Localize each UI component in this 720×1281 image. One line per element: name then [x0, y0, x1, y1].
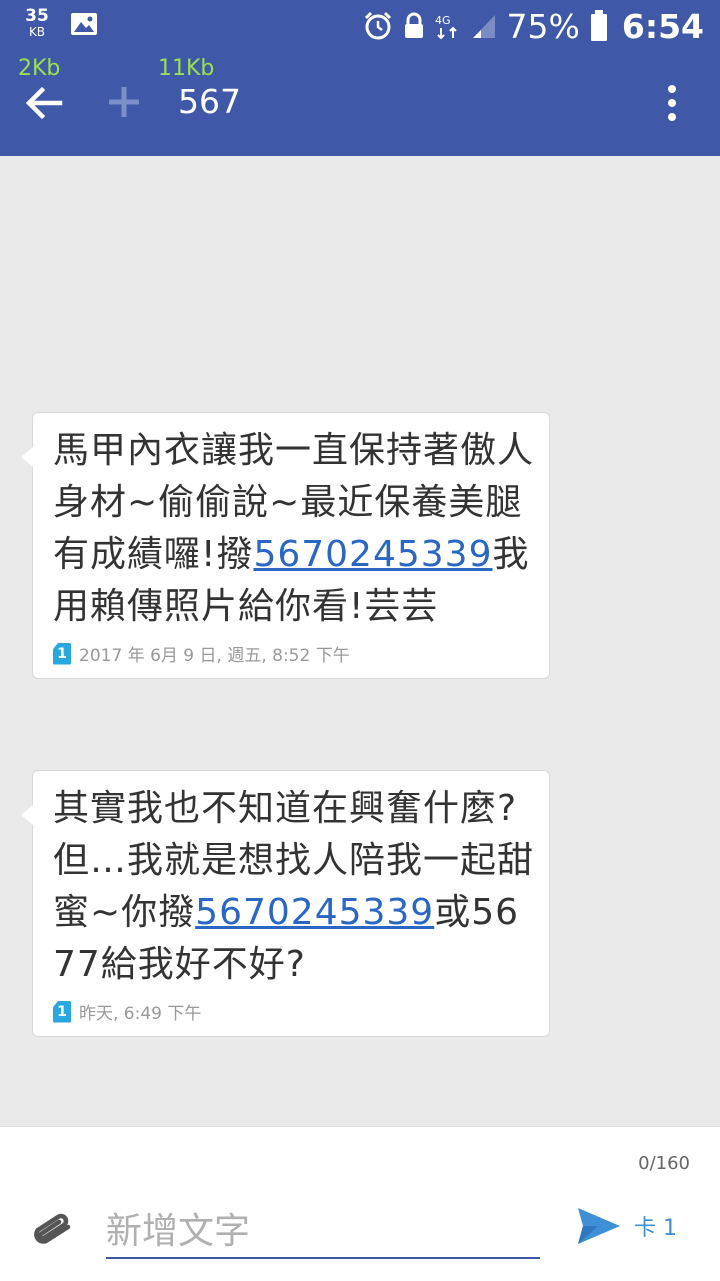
sim-card-icon: 1	[53, 642, 71, 665]
attachment-icon[interactable]	[28, 1211, 76, 1251]
message-timestamp: 昨天, 6:49 下午	[79, 1004, 202, 1024]
battery-icon	[590, 10, 607, 41]
upload-speed: 2Kb	[18, 56, 61, 81]
network-rate-unit: KB	[28, 25, 46, 39]
character-count: 0/160	[638, 1153, 690, 1174]
send-icon	[578, 1208, 620, 1244]
svg-text:4G: 4G	[435, 14, 451, 27]
message-bubble[interactable]: 其實我也不知道在興奮什麼?但…我就是想找人陪我一起甜蜜~你撥5670245339…	[21, 770, 550, 1037]
signal-icon	[472, 15, 495, 38]
data-speed-indicator: 2Kb 11Kb	[18, 56, 278, 81]
send-button[interactable]: 卡 1	[576, 1204, 686, 1248]
message-timestamp: 2017 年 6月 9 日, 週五, 8:52 下午	[79, 646, 350, 666]
phone-link[interactable]: 5670245339	[253, 534, 492, 575]
app-bar: 35 KB 4G 75% 6:54 2Kb 11Kb 567	[0, 0, 720, 156]
plus-icon[interactable]	[104, 82, 144, 122]
image-icon	[71, 13, 97, 35]
message-bubble[interactable]: 馬甲內衣讓我一直保持著傲人身材~偷偷說~最近保養美腿有成績囉!撥56702453…	[21, 412, 550, 679]
sim-card-icon: 1	[53, 1000, 71, 1023]
message-meta: 1 昨天, 6:49 下午	[53, 999, 537, 1024]
clock: 6:54	[621, 6, 704, 46]
phone-link[interactable]: 5670245339	[195, 892, 434, 933]
status-bar: 35 KB 4G 75% 6:54	[0, 0, 720, 52]
message-text: 馬甲內衣讓我一直保持著傲人身材~偷偷說~最近保養美腿有成績囉!撥56702453…	[53, 425, 537, 633]
lock-icon	[404, 12, 423, 38]
status-icons: 4G 75% 6:54	[363, 4, 704, 48]
message-meta: 1 2017 年 6月 9 日, 週五, 8:52 下午	[53, 641, 537, 666]
download-speed: 11Kb	[158, 56, 215, 81]
more-vert-icon[interactable]	[664, 82, 680, 126]
conversation-title: 567	[178, 82, 241, 121]
sim-selector-label: 卡 1	[634, 1216, 677, 1241]
alarm-icon	[364, 11, 391, 40]
back-arrow-icon[interactable]	[22, 82, 68, 124]
network-rate-indicator: 35 KB	[22, 8, 52, 40]
message-input[interactable]	[106, 1205, 540, 1259]
message-text: 其實我也不知道在興奮什麼?但…我就是想找人陪我一起甜蜜~你撥5670245339…	[53, 783, 537, 991]
battery-percentage: 75%	[506, 6, 580, 46]
network-rate-value: 35	[25, 6, 49, 26]
4g-lte-icon: 4G	[435, 14, 457, 40]
